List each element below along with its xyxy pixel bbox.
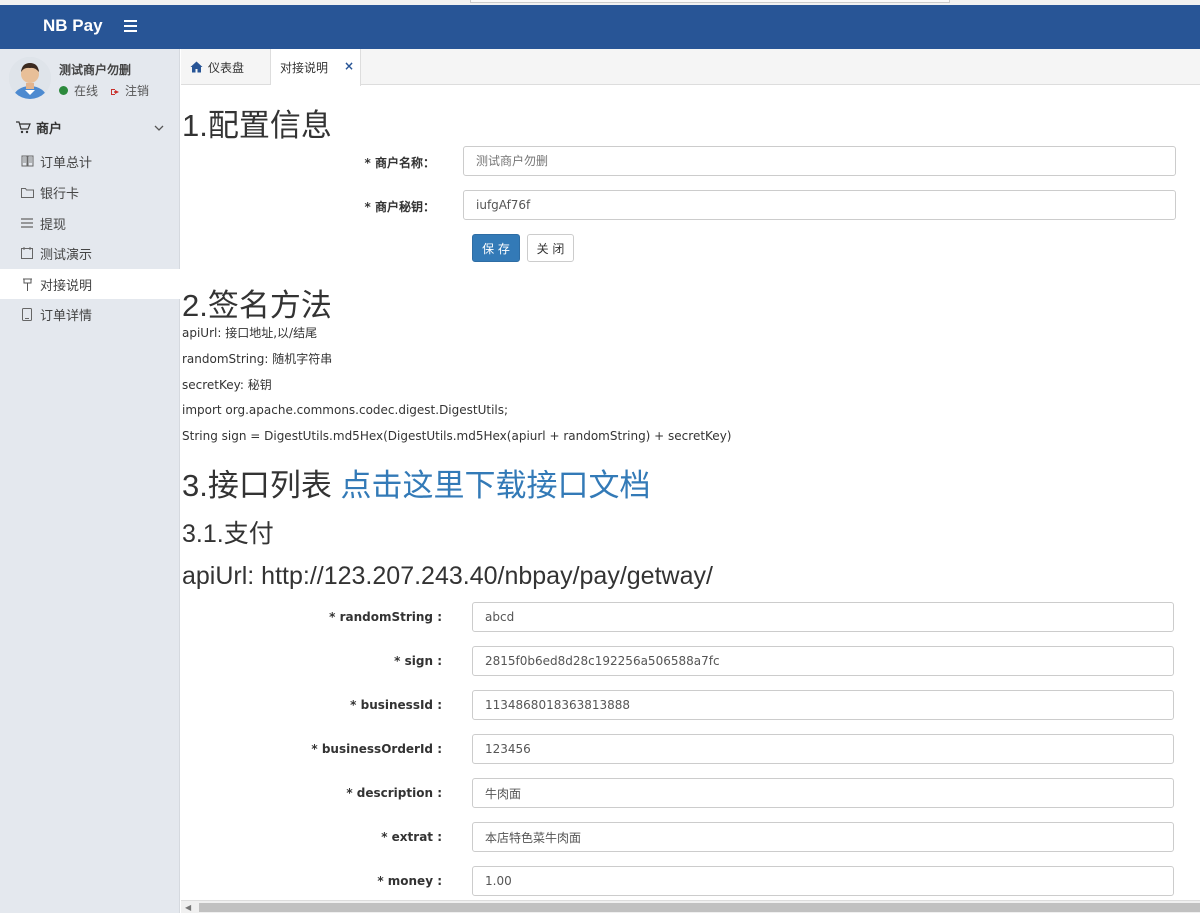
sign-out-icon[interactable] xyxy=(110,86,120,96)
avatar xyxy=(9,57,51,99)
param-row: * money : xyxy=(181,866,1200,898)
section-sign-title: 2.签名方法 xyxy=(182,288,332,323)
sidebar-item-integration[interactable]: 对接说明 xyxy=(0,269,180,299)
param-row: * extrat : xyxy=(181,822,1200,854)
sidebar-item-order-detail[interactable]: 订单详情 xyxy=(0,299,180,329)
param-label: * money : xyxy=(377,874,442,888)
calendar-icon xyxy=(20,246,34,260)
logout-link[interactable]: 注销 xyxy=(125,82,149,99)
sidebar-group-label: 商户 xyxy=(36,121,63,137)
sidebar-item-bank-card[interactable]: 银行卡 xyxy=(0,177,180,207)
close-icon[interactable]: × xyxy=(344,59,354,73)
book-icon xyxy=(20,154,34,168)
param-label: * businessId : xyxy=(350,698,442,712)
merchant-name-input[interactable] xyxy=(463,146,1176,176)
sign-input[interactable] xyxy=(472,646,1174,676)
horizontal-scrollbar[interactable]: ◀ xyxy=(181,900,1200,913)
param-row: * businessId : xyxy=(181,690,1200,722)
sidebar-item-label: 订单详情 xyxy=(40,308,93,324)
section-api-title-text: 3.接口列表 xyxy=(182,468,341,503)
tab-dashboard[interactable]: 仪表盘 xyxy=(181,49,271,85)
folder-icon xyxy=(20,185,34,199)
sidebar-item-order-summary[interactable]: 订单总计 xyxy=(0,146,180,176)
top-header: NB Pay xyxy=(0,5,1200,49)
param-row: * sign : xyxy=(181,646,1200,678)
scroll-left-icon[interactable]: ◀ xyxy=(185,903,191,912)
section-config-title: 1.配置信息 xyxy=(182,108,332,143)
tab-label: 对接说明 xyxy=(280,61,329,75)
download-doc-link[interactable]: 点击这里下载接口文档 xyxy=(340,468,650,503)
sign-line-formula: String sign = DigestUtils.md5Hex(DigestU… xyxy=(182,429,732,443)
sidebar: 测试商户勿删 在线 注销 商户 订单总计 银行卡 提现 测试演示 对接说明 订单… xyxy=(0,49,180,913)
sidebar-item-label: 银行卡 xyxy=(40,186,80,202)
money-input[interactable] xyxy=(472,866,1174,896)
param-row: * randomString : xyxy=(181,602,1200,634)
merchant-name-label: * 商户名称： xyxy=(364,156,435,170)
param-label: * description : xyxy=(346,786,442,800)
online-status-label: 在线 xyxy=(74,84,99,98)
merchant-key-label: * 商户秘钥： xyxy=(364,200,435,214)
business-order-id-input[interactable] xyxy=(472,734,1174,764)
param-label: * extrat : xyxy=(381,830,442,844)
sidebar-item-withdraw[interactable]: 提现 xyxy=(0,208,180,238)
sidebar-item-label: 订单总计 xyxy=(40,155,93,171)
tab-label: 仪表盘 xyxy=(208,60,245,75)
param-label: * randomString : xyxy=(329,610,442,624)
sidebar-item-label: 测试演示 xyxy=(40,247,93,263)
random-string-input[interactable] xyxy=(472,602,1174,632)
section-api-title: 3.接口列表 点击这里下载接口文档 xyxy=(182,460,650,505)
phone-icon xyxy=(20,307,34,321)
param-row: * businessOrderId : xyxy=(181,734,1200,766)
brand-logo[interactable]: NB Pay xyxy=(43,16,103,36)
param-label: * businessOrderId : xyxy=(311,742,442,756)
save-button[interactable]: 保 存 xyxy=(472,234,520,262)
param-row: * description : xyxy=(181,778,1200,810)
close-button[interactable]: 关 闭 xyxy=(527,234,574,262)
scrollbar-thumb[interactable] xyxy=(199,903,1200,912)
list-icon xyxy=(20,216,34,230)
merchant-key-input[interactable] xyxy=(463,190,1176,220)
sign-line-secret: secretKey: 秘钥 xyxy=(182,378,272,392)
description-input[interactable] xyxy=(472,778,1174,808)
sign-line-import: import org.apache.commons.codec.digest.D… xyxy=(182,403,509,417)
hamburger-menu-icon[interactable] xyxy=(121,16,141,36)
online-dot-icon xyxy=(59,86,68,95)
home-icon xyxy=(190,61,203,73)
sidebar-item-test-demo[interactable]: 测试演示 xyxy=(0,238,180,268)
api-url-heading: apiUrl: http://123.207.243.40/nbpay/pay/… xyxy=(182,562,713,590)
sign-line-apiurl: apiUrl: 接口地址,以/结尾 xyxy=(182,326,318,340)
extrat-input[interactable] xyxy=(472,822,1174,852)
business-id-input[interactable] xyxy=(472,690,1174,720)
tab-bar: 仪表盘 对接说明 × xyxy=(181,49,1200,86)
user-panel: 测试商户勿删 在线 注销 xyxy=(0,49,179,109)
sidebar-item-label: 提现 xyxy=(40,217,67,233)
user-status: 在线 注销 xyxy=(59,82,149,99)
pushpin-icon xyxy=(20,277,34,291)
subsection-pay-title: 3.1.支付 xyxy=(182,520,274,548)
sign-line-random: randomString: 随机字符串 xyxy=(182,352,333,366)
sidebar-group-merchant[interactable]: 商户 xyxy=(0,109,180,145)
chevron-down-icon xyxy=(154,121,164,136)
address-bar-edge xyxy=(470,0,950,3)
cart-icon xyxy=(16,120,31,134)
tab-integration[interactable]: 对接说明 × xyxy=(271,49,361,86)
sidebar-item-label: 对接说明 xyxy=(40,278,93,294)
merchant-name-row: * 商户名称： xyxy=(181,146,1200,178)
user-name: 测试商户勿删 xyxy=(59,63,132,77)
main-content: 1.配置信息 * 商户名称： * 商户秘钥： 保 存 关 闭 2.签名方法 ap… xyxy=(181,86,1200,901)
merchant-key-row: * 商户秘钥： xyxy=(181,190,1200,222)
param-label: * sign : xyxy=(394,654,442,668)
